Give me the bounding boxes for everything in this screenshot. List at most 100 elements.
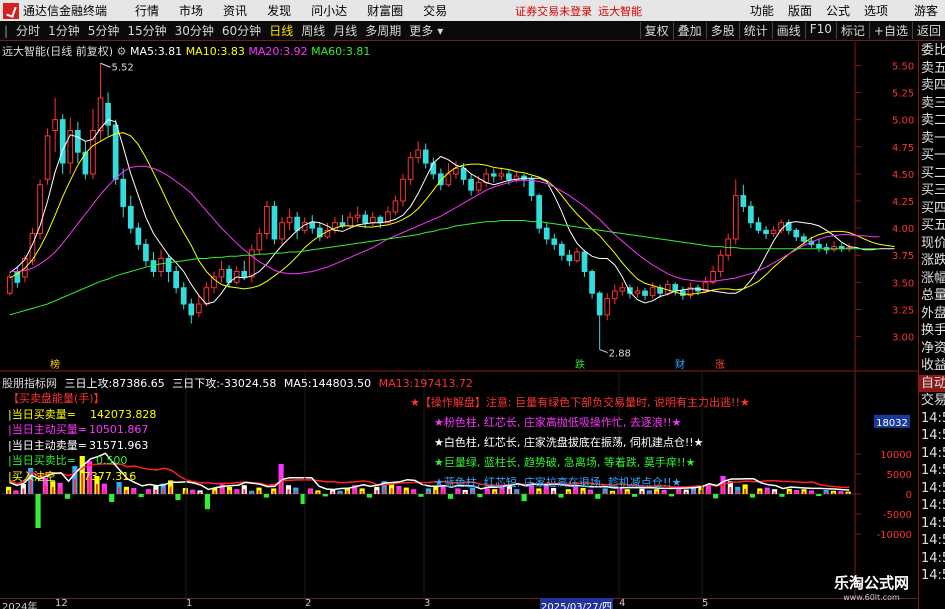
side-panel-item[interactable]: 14:50 <box>919 567 945 585</box>
candle-body <box>415 149 422 159</box>
event-mark: 跌 <box>575 358 585 371</box>
tool-draw[interactable]: 画线 <box>771 22 805 39</box>
tab-5min[interactable]: 5分钟 <box>84 22 124 39</box>
tool-multi-stock[interactable]: 多股 <box>705 22 739 39</box>
sub-axis-label: -10000 <box>877 530 912 541</box>
tab-30min[interactable]: 30分钟 <box>171 22 218 39</box>
tab-60min[interactable]: 60分钟 <box>218 22 265 39</box>
candle-body <box>52 119 59 132</box>
tab-weekly[interactable]: 周线 <box>297 22 329 39</box>
volume-bar-core <box>316 492 319 494</box>
side-panel-item[interactable]: 交易 <box>919 392 945 410</box>
tool-adjust[interactable]: 复权 <box>639 22 673 39</box>
side-panel-item[interactable]: 买四 <box>919 200 945 218</box>
side-panel-item[interactable]: 涨跌 <box>919 252 945 270</box>
side-panel-item[interactable]: 14:50 <box>919 410 945 428</box>
side-panel-item[interactable]: 14:50 <box>919 462 945 480</box>
tool-statistics[interactable]: 统计 <box>738 22 772 39</box>
settings-gear-icon[interactable]: ⚙ <box>117 45 130 58</box>
side-panel-item[interactable]: 总量 <box>919 287 945 305</box>
side-panel-item[interactable]: 买五 <box>919 217 945 235</box>
side-panel-item[interactable]: 买一 <box>919 147 945 165</box>
volume-bar-core <box>361 490 364 494</box>
low-mark-line <box>599 349 608 354</box>
tab-monthly[interactable]: 月线 <box>329 22 361 39</box>
tool-overlay[interactable]: 叠加 <box>672 22 706 39</box>
side-panel-item[interactable]: 委比 <box>919 42 945 60</box>
side-panel-item[interactable]: 卖三 <box>919 95 945 113</box>
menu-news[interactable]: 资讯 <box>213 2 257 19</box>
menu-function[interactable]: 功能 <box>743 2 781 19</box>
candle-body <box>264 205 270 235</box>
menu-ask-xiaoda[interactable]: 问小达 <box>301 2 357 19</box>
menu-trade[interactable]: 交易 <box>413 2 457 19</box>
side-panel-item[interactable]: 买三 <box>919 182 945 200</box>
side-panel-item[interactable]: 换手 <box>919 322 945 340</box>
menu-wealth-circle[interactable]: 财富圈 <box>357 2 413 19</box>
sub-indicator-name[interactable]: 股朋指标网 <box>2 377 57 390</box>
candle-body <box>143 243 149 262</box>
tab-multi-period[interactable]: 多周期 <box>361 22 405 39</box>
side-panel-item[interactable]: 净资 <box>919 340 945 358</box>
volume-bar-core <box>7 490 10 494</box>
candle-body <box>468 178 474 191</box>
side-panel-item[interactable]: 14:50 <box>919 497 945 515</box>
menu-formula[interactable]: 公式 <box>819 2 857 19</box>
menu-quotes[interactable]: 行情 <box>125 2 169 19</box>
side-panel-item[interactable]: 14:50 <box>919 515 945 533</box>
side-panel-item[interactable]: 买二 <box>919 165 945 183</box>
side-panel-item[interactable]: 14:50 <box>919 480 945 498</box>
side-panel-item[interactable]: 14:50 <box>919 445 945 463</box>
menu-market[interactable]: 市场 <box>169 2 213 19</box>
side-panel-item[interactable]: 14:50 <box>919 532 945 550</box>
app-title: 通达信金融终端 <box>23 4 108 18</box>
side-panel-item[interactable]: 14:50 <box>919 550 945 568</box>
candle-body <box>188 303 195 316</box>
tab-1min[interactable]: 1分钟 <box>44 22 84 39</box>
more-chevron-icon[interactable]: ▾ <box>437 24 443 38</box>
side-panel-item[interactable]: 收益 <box>919 357 945 375</box>
sub-axis-label: -5000 <box>883 510 912 521</box>
tool-f10[interactable]: F10 <box>804 22 836 39</box>
menu-guest[interactable]: 游客 <box>907 2 945 19</box>
side-panel-item[interactable]: 卖二 <box>919 112 945 130</box>
chart-canvas[interactable]: 5.50 5.25 5.00 4.75 4.50 4.25 4.00 3.75 3.50 3.25… <box>0 42 918 598</box>
menu-layout[interactable]: 版面 <box>781 2 819 19</box>
toolbar-handle-icon: | <box>4 23 9 38</box>
trade-login-notice[interactable]: 证券交易未登录 <box>515 3 592 19</box>
price-axis-label: 5.00 <box>892 116 914 127</box>
tool-back[interactable]: 返回 <box>911 22 945 39</box>
operation-notes: ★【操作解盘】注意: 巨量有绿色下部负交易量时, 说明有主力出逃!!★ ★粉色柱… <box>410 393 750 493</box>
tab-timeshare[interactable]: 分时 <box>12 22 44 39</box>
side-panel-item[interactable]: 自动 <box>919 374 945 392</box>
menu-options[interactable]: 选项 <box>857 2 895 19</box>
side-panel-item[interactable]: 现价 <box>919 235 945 253</box>
legend-ma60: MA60:3.81 <box>311 45 371 58</box>
date-tick-label: 2 <box>305 598 312 609</box>
tool-add-watchlist[interactable]: +自选 <box>868 22 912 39</box>
candle-body <box>150 260 157 272</box>
candle-body <box>180 287 187 305</box>
side-panel-item[interactable]: 外盘 <box>919 305 945 323</box>
event-mark: 榜 <box>50 358 60 371</box>
tab-15min[interactable]: 15分钟 <box>123 22 170 39</box>
tool-mark[interactable]: 标记 <box>835 22 869 39</box>
side-panel-item[interactable]: 卖一 <box>919 130 945 148</box>
date-strip[interactable]: 2024年 12 1 2 3 2025/03/27/四 4 5 <box>0 598 918 609</box>
quote-side-panel: 委比 卖五 卖四 卖三 卖二 卖一 买一 买二 买三 买四 买五 现价 涨跌 涨幅 总量 外盘 换手 净资 收益 自动… <box>918 42 945 609</box>
sub-highlight-label: 18032 <box>876 418 908 429</box>
side-panel-item[interactable]: 卖五 <box>919 60 945 78</box>
candle-body <box>173 271 180 289</box>
tab-more[interactable]: 更多 <box>405 22 437 39</box>
side-panel-item[interactable]: 14:50 <box>919 427 945 445</box>
legend-ma10: MA10:3.83 <box>185 45 245 58</box>
ma-line <box>9 119 895 305</box>
volume-bar-core <box>773 491 776 494</box>
side-panel-item[interactable]: 卖四 <box>919 77 945 95</box>
side-panel-item[interactable]: 涨幅 <box>919 270 945 288</box>
volume-bar-core <box>191 491 194 494</box>
menu-discover[interactable]: 发现 <box>257 2 301 19</box>
tab-daily[interactable]: 日线 <box>265 22 297 39</box>
legend-ma20: MA20:3.92 <box>248 45 308 58</box>
volume-bar-negative <box>263 494 269 498</box>
